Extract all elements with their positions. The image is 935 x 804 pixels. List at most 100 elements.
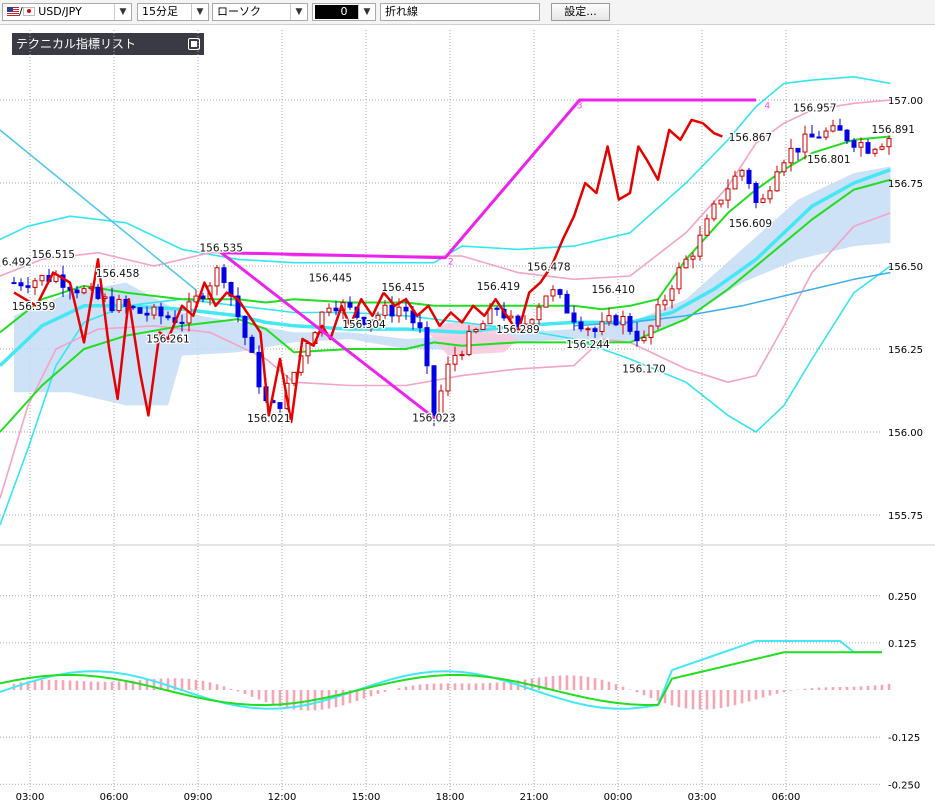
- price-annotation: 156.415: [381, 282, 424, 294]
- color-select[interactable]: 0 ▼: [312, 3, 376, 21]
- candle-up: [760, 198, 766, 203]
- price-annotation: 156.478: [527, 261, 570, 273]
- candle-up: [823, 130, 829, 138]
- candle-up: [214, 267, 220, 287]
- candle-up: [669, 288, 675, 301]
- candle-up: [879, 146, 885, 150]
- candle-up: [774, 171, 780, 192]
- candle-up: [725, 188, 731, 201]
- price-annotation: 156.170: [622, 364, 665, 376]
- price-annotation: 156.891: [871, 124, 914, 136]
- candle-up: [739, 169, 745, 177]
- candle-down: [277, 402, 283, 409]
- candle-down: [431, 365, 437, 417]
- axis-labels: 157.00 156.75 156.50 156.25 156.00 155.75 0.25…: [16, 96, 923, 803]
- candle-up: [711, 203, 717, 220]
- candle-up: [676, 267, 682, 290]
- candle-down: [557, 289, 563, 295]
- price-annotation: 156.867: [729, 132, 772, 144]
- candle-down: [242, 316, 248, 338]
- price-annotation: 156.359: [12, 301, 55, 313]
- candle-up: [655, 304, 661, 327]
- candle-up: [704, 218, 710, 236]
- y-tick-label: 156.50: [888, 262, 923, 273]
- price-annotation: 156.261: [146, 333, 189, 345]
- candle-down: [809, 133, 815, 138]
- toolbar: / USD/JPY ▼ 15分足 ▼ ローソク ▼ 0 ▼ 折れ線 設定...: [0, 0, 935, 25]
- candle-down: [249, 336, 255, 353]
- x-tick-label: 06:00: [772, 792, 801, 803]
- candle-down: [578, 321, 584, 330]
- candle-up: [466, 331, 472, 356]
- candle-down: [424, 327, 430, 367]
- candle-down: [403, 306, 409, 312]
- candle-up: [781, 162, 787, 173]
- chevron-down-icon[interactable]: ▼: [358, 4, 375, 20]
- chart-type-value: ローソク: [217, 5, 261, 18]
- zigzag-point-label: 3: [577, 101, 583, 111]
- candle-down: [221, 267, 227, 283]
- candle-down: [158, 306, 164, 317]
- jp-flag-icon: [22, 7, 35, 16]
- line-style-value: 折れ線: [385, 5, 418, 18]
- candle-down: [627, 316, 633, 332]
- macd-panel: [0, 640, 891, 711]
- candle-down: [347, 302, 353, 308]
- candle-up: [788, 147, 794, 164]
- candle-down: [25, 285, 31, 288]
- candle-down: [571, 312, 577, 323]
- chevron-down-icon[interactable]: ▼: [191, 4, 208, 20]
- candle-up: [445, 363, 451, 392]
- candle-up: [620, 316, 626, 326]
- candle-down: [109, 296, 115, 312]
- candle-up: [683, 258, 689, 269]
- chart-type-select[interactable]: ローソク ▼: [212, 3, 308, 21]
- candle-up: [459, 354, 465, 357]
- price-annotation: 156.289: [496, 324, 539, 336]
- candle-up: [802, 133, 808, 153]
- candle-down: [865, 142, 871, 154]
- line-style-field[interactable]: 折れ線: [380, 3, 540, 21]
- price-annotation: 156.957: [793, 102, 836, 114]
- price-annotation: 156.023: [412, 412, 455, 424]
- candle-down: [634, 330, 640, 342]
- price-annotation: 6.492: [2, 257, 32, 269]
- candle-up: [396, 306, 402, 317]
- price-annotation: 156.419: [477, 281, 520, 293]
- y-tick-label: 0.250: [888, 592, 917, 603]
- zigzag-point-label: 2: [448, 257, 454, 267]
- settings-button[interactable]: 設定...: [551, 3, 610, 21]
- y-tick-label: -0.125: [888, 733, 920, 744]
- x-tick-label: 09:00: [184, 792, 213, 803]
- candle-up: [452, 354, 458, 365]
- candle-up: [305, 343, 311, 357]
- candle-up: [732, 175, 738, 190]
- candle-down: [851, 140, 857, 148]
- us-flag-icon: [7, 7, 19, 16]
- price-annotation: 156.458: [96, 268, 139, 280]
- candle-up: [116, 298, 122, 312]
- candle-up: [39, 275, 45, 282]
- price-annotation: 156.801: [807, 154, 850, 166]
- y-tick-label: 156.75: [888, 179, 923, 190]
- price-annotation: 156.410: [591, 284, 634, 296]
- candle-down: [564, 293, 570, 314]
- candle-down: [753, 183, 759, 203]
- price-annotation: 156.021: [247, 413, 290, 425]
- timeframe-value: 15分足: [142, 5, 178, 18]
- chart-area[interactable]: 2 3 4 6.492156.515 156.458 156.359 156.261 156…: [0, 25, 935, 804]
- bollinger-upper-outer: [0, 76, 891, 264]
- candle-down: [613, 315, 619, 326]
- candle-down: [592, 328, 598, 332]
- price-annotation: 156.515: [31, 249, 74, 261]
- chevron-down-icon[interactable]: ▼: [290, 4, 307, 20]
- timeframe-select[interactable]: 15分足 ▼: [137, 3, 209, 21]
- candle-up: [473, 328, 479, 333]
- symbol-select[interactable]: / USD/JPY ▼: [2, 3, 132, 21]
- candle-up: [508, 315, 514, 319]
- x-tick-label: 03:00: [16, 792, 45, 803]
- chevron-down-icon[interactable]: ▼: [114, 4, 131, 20]
- candle-up: [326, 307, 332, 313]
- symbol-value: USD/JPY: [38, 5, 82, 18]
- y-tick-label: 156.00: [888, 428, 923, 439]
